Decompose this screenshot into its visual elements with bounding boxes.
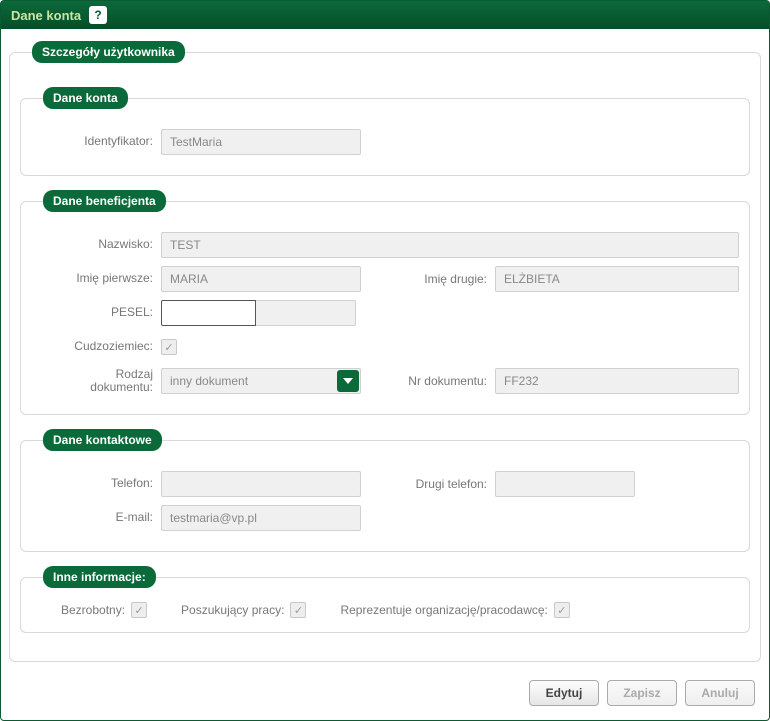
window-title: Dane konta bbox=[11, 8, 81, 23]
pesel-field-2 bbox=[256, 300, 356, 326]
unemployed-label: Bezrobotny: bbox=[61, 603, 125, 617]
firstname-field bbox=[161, 266, 361, 292]
account-data-window: Dane konta ? Szczegóły użytkownika Dane … bbox=[0, 0, 770, 721]
chevron-down-icon[interactable] bbox=[337, 370, 359, 392]
phone2-field bbox=[495, 471, 635, 497]
other-info-legend: Inne informacje: bbox=[43, 566, 156, 588]
phone-label: Telefon: bbox=[31, 477, 161, 491]
beneficiary-legend: Dane beneficjenta bbox=[43, 190, 166, 212]
titlebar: Dane konta ? bbox=[1, 1, 769, 29]
foreigner-label: Cudzoziemiec: bbox=[31, 340, 161, 354]
unemployed-group: Bezrobotny: bbox=[61, 602, 147, 618]
secondname-label: Imię drugie: bbox=[385, 272, 495, 286]
pesel-group bbox=[161, 300, 356, 326]
save-button: Zapisz bbox=[607, 680, 677, 706]
user-details-fieldset: Szczegóły użytkownika Dane konta Identyf… bbox=[9, 41, 761, 662]
email-label: E-mail: bbox=[31, 511, 161, 525]
content-area: Szczegóły użytkownika Dane konta Identyf… bbox=[1, 29, 769, 720]
represents-org-group: Reprezentuje organizację/pracodawcę: bbox=[340, 602, 569, 618]
doc-type-select[interactable]: inny dokument bbox=[161, 368, 361, 394]
identifier-field bbox=[161, 129, 361, 155]
doc-type-value: inny dokument bbox=[161, 368, 361, 394]
foreigner-checkbox bbox=[161, 339, 177, 355]
jobseeker-group: Poszukujący pracy: bbox=[181, 602, 306, 618]
user-details-legend: Szczegóły użytkownika bbox=[32, 41, 185, 63]
button-bar: Edytuj Zapisz Anuluj bbox=[9, 676, 761, 710]
jobseeker-checkbox bbox=[290, 602, 306, 618]
firstname-label: Imię pierwsze: bbox=[31, 272, 161, 286]
doc-number-label: Nr dokumentu: bbox=[385, 374, 495, 388]
help-icon[interactable]: ? bbox=[89, 6, 107, 24]
phone-field bbox=[161, 471, 361, 497]
unemployed-checkbox bbox=[131, 602, 147, 618]
contact-legend: Dane kontaktowe bbox=[43, 429, 162, 451]
identifier-label: Identyfikator: bbox=[31, 135, 161, 149]
pesel-label: PESEL: bbox=[31, 306, 161, 320]
doc-type-label: Rodzajdokumentu: bbox=[31, 368, 161, 394]
other-info-fieldset: Inne informacje: Bezrobotny: Poszukujący… bbox=[20, 566, 750, 633]
secondname-field bbox=[495, 266, 739, 292]
pesel-field-1[interactable] bbox=[161, 300, 256, 326]
phone2-label: Drugi telefon: bbox=[385, 477, 495, 491]
represents-org-label: Reprezentuje organizację/pracodawcę: bbox=[340, 603, 547, 617]
represents-org-checkbox bbox=[554, 602, 570, 618]
jobseeker-label: Poszukujący pracy: bbox=[181, 603, 284, 617]
lastname-field bbox=[161, 232, 739, 258]
email-field bbox=[161, 505, 361, 531]
cancel-button: Anuluj bbox=[685, 680, 755, 706]
doc-number-field bbox=[495, 368, 739, 394]
lastname-label: Nazwisko: bbox=[31, 238, 161, 252]
edit-button[interactable]: Edytuj bbox=[529, 680, 599, 706]
beneficiary-fieldset: Dane beneficjenta Nazwisko: Imię pierwsz… bbox=[20, 190, 750, 415]
contact-fieldset: Dane kontaktowe Telefon: Drugi telefon: … bbox=[20, 429, 750, 552]
account-legend: Dane konta bbox=[43, 87, 128, 109]
account-fieldset: Dane konta Identyfikator: bbox=[20, 87, 750, 176]
